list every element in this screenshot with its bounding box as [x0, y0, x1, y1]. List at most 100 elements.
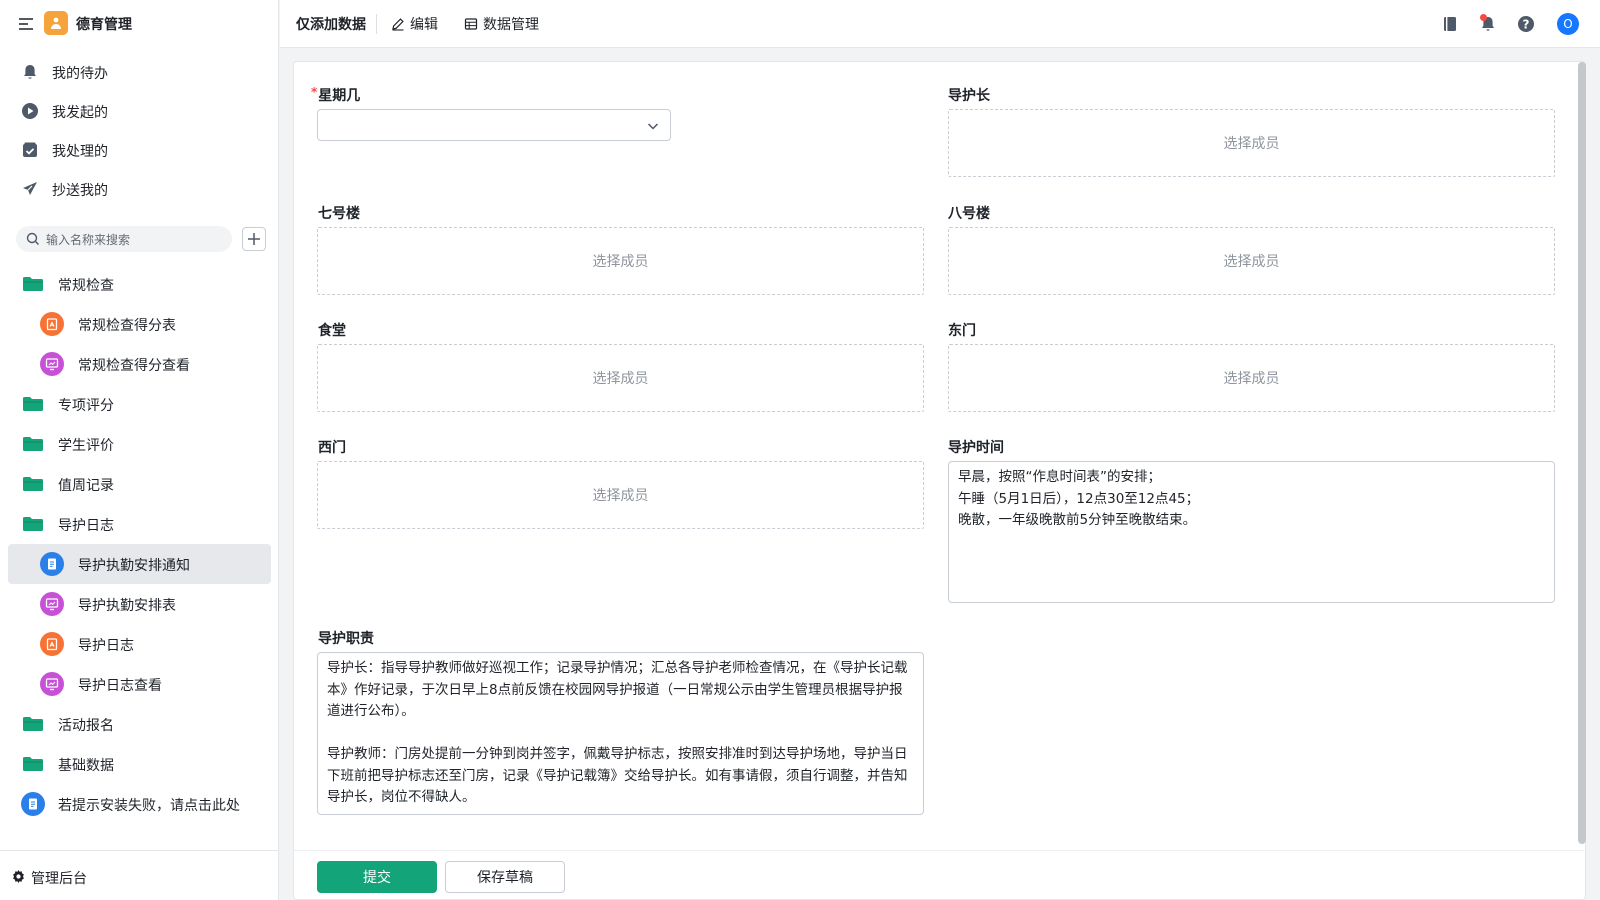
sidebar-item-label: 导护日志	[58, 518, 114, 534]
weekday-select[interactable]	[317, 109, 671, 141]
sidebar-item-label: 学生评价	[58, 438, 114, 454]
document-app-icon	[40, 552, 64, 576]
building8-label: 八号楼	[948, 206, 990, 222]
sidebar-app-item[interactable]: 若提示安装失败，请点击此处	[8, 784, 271, 824]
sidebar-folder[interactable]: 活动报名	[8, 704, 271, 744]
data-management-button[interactable]: 数据管理	[464, 14, 539, 34]
header-divider	[376, 14, 377, 34]
sidebar-item-label: 常规检查	[58, 278, 114, 294]
send-icon	[21, 180, 39, 198]
report-app-icon	[40, 592, 64, 616]
member-placeholder: 选择成员	[592, 488, 649, 504]
user-avatar[interactable]: O	[1557, 13, 1579, 35]
notebook-icon[interactable]	[1440, 14, 1460, 34]
time-textarea[interactable]: 早晨，按照“作息时间表”的安排； 午睡（5月1日后），12点30至12点45； …	[948, 461, 1555, 603]
app-root: 德育管理 我的待办 我发起的 我处理的 抄送我的 输入名称来搜索 常规检查 常规…	[0, 0, 1600, 900]
sidebar-item-label: 导护日志	[78, 638, 134, 654]
sidebar-item-label: 导护执勤安排通知	[78, 558, 190, 574]
sidebar-item-label: 若提示安装失败，请点击此处	[58, 798, 240, 814]
scrollbar-thumb[interactable]	[1578, 62, 1586, 844]
duty-paragraph: 导护教师：门房处提前一分钟到岗并签字，佩戴导护标志，按照安排准时到达导护场地，导…	[327, 746, 908, 805]
folder-icon	[22, 435, 44, 453]
nav-initiated[interactable]: 我发起的	[0, 91, 279, 131]
building7-label: 七号楼	[318, 206, 360, 222]
report-app-icon	[40, 672, 64, 696]
folder-icon	[22, 475, 44, 493]
table-icon	[464, 17, 478, 31]
nav-label: 我处理的	[52, 144, 108, 160]
admin-label: 管理后台	[31, 871, 87, 887]
document-app-icon	[21, 792, 45, 816]
sidebar-item-label: 导护执勤安排表	[78, 598, 176, 614]
sidebar-app-item[interactable]: 导护执勤安排表	[8, 584, 271, 624]
sidebar-app-item[interactable]: 常规检查得分查看	[8, 344, 271, 384]
sidebar-folder[interactable]: 常规检查	[8, 264, 271, 304]
member-placeholder: 选择成员	[1223, 254, 1280, 270]
search-icon	[26, 232, 40, 246]
sidebar: 德育管理 我的待办 我发起的 我处理的 抄送我的 输入名称来搜索 常规检查 常规…	[0, 0, 279, 900]
notification-dot	[1480, 14, 1487, 21]
search-placeholder: 输入名称来搜索	[46, 233, 131, 247]
west-gate-label: 西门	[318, 440, 346, 456]
folder-icon	[22, 515, 44, 533]
time-line: 晚散，一年级晚散前5分钟至晚散结束。	[958, 512, 1197, 528]
folder-icon	[22, 395, 44, 413]
app-title: 德育管理	[76, 17, 132, 33]
nav-label: 我发起的	[52, 105, 108, 121]
edit-button[interactable]: 编辑	[391, 14, 438, 34]
east-gate-member-picker[interactable]: 选择成员	[948, 344, 1555, 412]
sidebar-item-label: 活动报名	[58, 718, 114, 734]
chevron-down-icon	[646, 119, 660, 133]
sidebar-folder[interactable]: 基础数据	[8, 744, 271, 784]
duty-textarea[interactable]: 导护长：指导导护教师做好巡视工作；记录导护情况；汇总各导护老师检查情况，在《导护…	[317, 652, 924, 815]
sidebar-search-input[interactable]: 输入名称来搜索	[16, 226, 232, 252]
canteen-label: 食堂	[318, 323, 346, 339]
sidebar-item-label: 值周记录	[58, 478, 114, 494]
sidebar-folder[interactable]: 专项评分	[8, 384, 271, 424]
sidebar-item-label: 专项评分	[58, 398, 114, 414]
sidebar-app-item[interactable]: 导护日志查看	[8, 664, 271, 704]
sidebar-app-item[interactable]: 导护执勤安排通知	[8, 544, 271, 584]
time-label: 导护时间	[948, 440, 1004, 456]
sidebar-item-label: 常规检查得分查看	[78, 358, 190, 374]
submit-button[interactable]: 提交	[317, 861, 437, 893]
west-gate-member-picker[interactable]: 选择成员	[317, 461, 924, 529]
add-button[interactable]	[242, 227, 266, 251]
gear-icon	[12, 870, 25, 883]
sidebar-folder[interactable]: 值周记录	[8, 464, 271, 504]
help-icon[interactable]: ?	[1516, 14, 1536, 34]
nav-my-todo[interactable]: 我的待办	[0, 52, 279, 92]
canteen-member-picker[interactable]: 选择成员	[317, 344, 924, 412]
app-logo	[44, 11, 68, 35]
duty-paragraph: 导护长：指导导护教师做好巡视工作；记录导护情况；汇总各导护老师检查情况，在《导护…	[327, 660, 908, 719]
leader-member-picker[interactable]: 选择成员	[948, 109, 1555, 177]
menu-icon[interactable]	[18, 16, 34, 32]
footer-divider	[294, 850, 1584, 851]
plus-icon	[248, 233, 260, 245]
member-placeholder: 选择成员	[1223, 371, 1280, 387]
member-placeholder: 选择成员	[592, 371, 649, 387]
sidebar-app-item[interactable]: 导护日志	[8, 624, 271, 664]
sidebar-folder[interactable]: 导护日志	[8, 504, 271, 544]
sidebar-app-item[interactable]: 常规检查得分表	[8, 304, 271, 344]
member-placeholder: 选择成员	[1223, 136, 1280, 152]
nav-handled[interactable]: 我处理的	[0, 130, 279, 170]
time-line: 午睡（5月1日后），12点30至12点45；	[958, 490, 1200, 507]
paragraph-spacer	[327, 723, 914, 745]
admin-console-link[interactable]: 管理后台	[0, 850, 279, 900]
save-draft-button[interactable]: 保存草稿	[445, 861, 565, 893]
svg-text:?: ?	[1523, 18, 1530, 32]
weekday-label: *星期几	[311, 85, 360, 105]
duty-label: 导护职责	[318, 631, 374, 647]
sidebar-item-label: 基础数据	[58, 758, 114, 774]
nav-label: 抄送我的	[52, 183, 108, 199]
edit-label: 编辑	[410, 17, 438, 33]
building8-member-picker[interactable]: 选择成员	[948, 227, 1555, 295]
report-app-icon	[40, 352, 64, 376]
member-placeholder: 选择成员	[592, 254, 649, 270]
time-line: 早晨，按照“作息时间表”的安排；	[958, 469, 1161, 485]
nav-cc-me[interactable]: 抄送我的	[0, 169, 279, 209]
sidebar-folder[interactable]: 学生评价	[8, 424, 271, 464]
nav-label: 我的待办	[52, 66, 108, 82]
building7-member-picker[interactable]: 选择成员	[317, 227, 924, 295]
